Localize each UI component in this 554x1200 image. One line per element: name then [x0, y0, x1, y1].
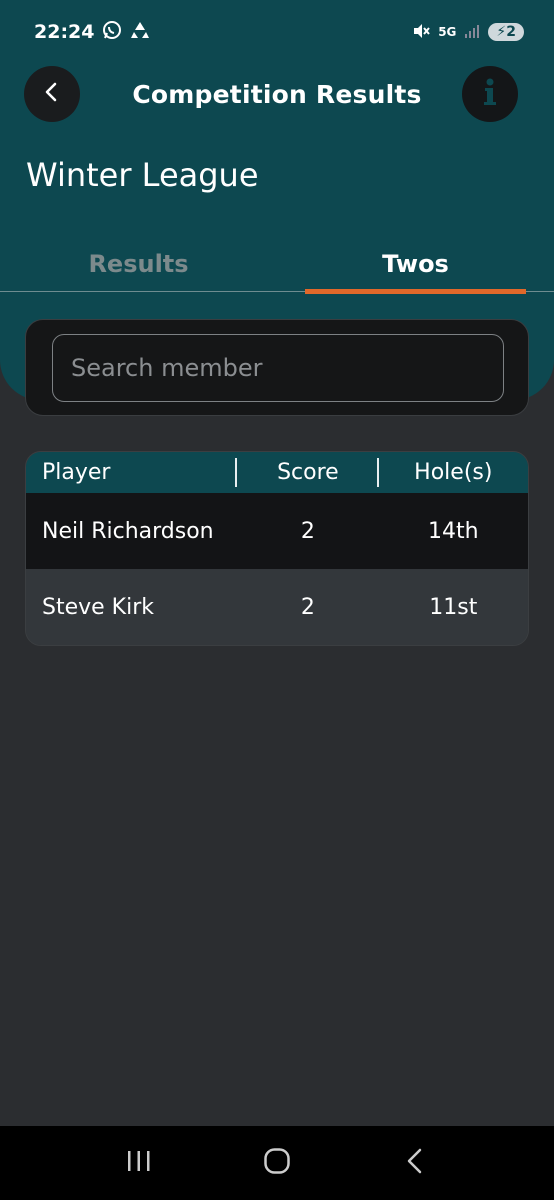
network-type: 5G [438, 25, 457, 39]
battery-indicator: ⚡2 [488, 23, 524, 41]
info-button[interactable] [462, 66, 518, 122]
recents-button[interactable] [109, 1138, 169, 1188]
active-tab-indicator [305, 289, 526, 294]
table-header: Player Score Hole(s) [26, 452, 528, 493]
home-icon [263, 1147, 291, 1179]
column-header-score: Score [237, 452, 379, 493]
mute-icon [412, 22, 430, 43]
recents-icon [125, 1149, 153, 1177]
table-row[interactable]: Steve Kirk 2 11st [26, 569, 528, 645]
app-header: Competition Results [0, 66, 554, 122]
status-bar: 22:24 5G ⚡2 [0, 0, 554, 64]
tab-bar: Results Twos [0, 236, 554, 294]
back-nav-button[interactable] [385, 1138, 445, 1188]
column-header-player: Player [26, 452, 238, 493]
system-nav-bar [0, 1126, 554, 1200]
back-icon [404, 1147, 426, 1179]
cell-score: 2 [300, 594, 315, 620]
column-label: Score [277, 460, 339, 485]
info-icon [476, 77, 504, 111]
cell-player: Steve Kirk [42, 594, 154, 620]
search-input[interactable] [52, 334, 504, 402]
cell-holes: 11st [429, 594, 478, 620]
column-header-holes: Hole(s) [379, 452, 528, 493]
chevron-left-icon [41, 81, 63, 107]
whatsapp-icon [102, 20, 122, 45]
page-title: Competition Results [132, 79, 422, 109]
tab-twos[interactable]: Twos [277, 236, 554, 294]
signal-icon [464, 23, 480, 42]
tab-label: Results [88, 249, 189, 278]
battery-level: 2 [506, 24, 516, 40]
tab-results[interactable]: Results [0, 236, 277, 291]
table-row[interactable]: Neil Richardson 2 14th [26, 493, 528, 569]
home-button[interactable] [247, 1138, 307, 1188]
competition-name: Winter League [26, 156, 259, 194]
tab-label: Twos [382, 249, 449, 278]
column-label: Player [42, 460, 111, 485]
column-label: Hole(s) [414, 460, 493, 485]
cell-score: 2 [300, 518, 315, 544]
search-card [25, 319, 529, 416]
cell-player: Neil Richardson [42, 518, 214, 544]
status-time: 22:24 [34, 21, 95, 43]
back-button[interactable] [24, 66, 80, 122]
twos-table: Player Score Hole(s) Neil Richardson 2 1… [25, 451, 529, 646]
recycle-icon [130, 20, 150, 45]
cell-holes: 14th [428, 518, 479, 544]
